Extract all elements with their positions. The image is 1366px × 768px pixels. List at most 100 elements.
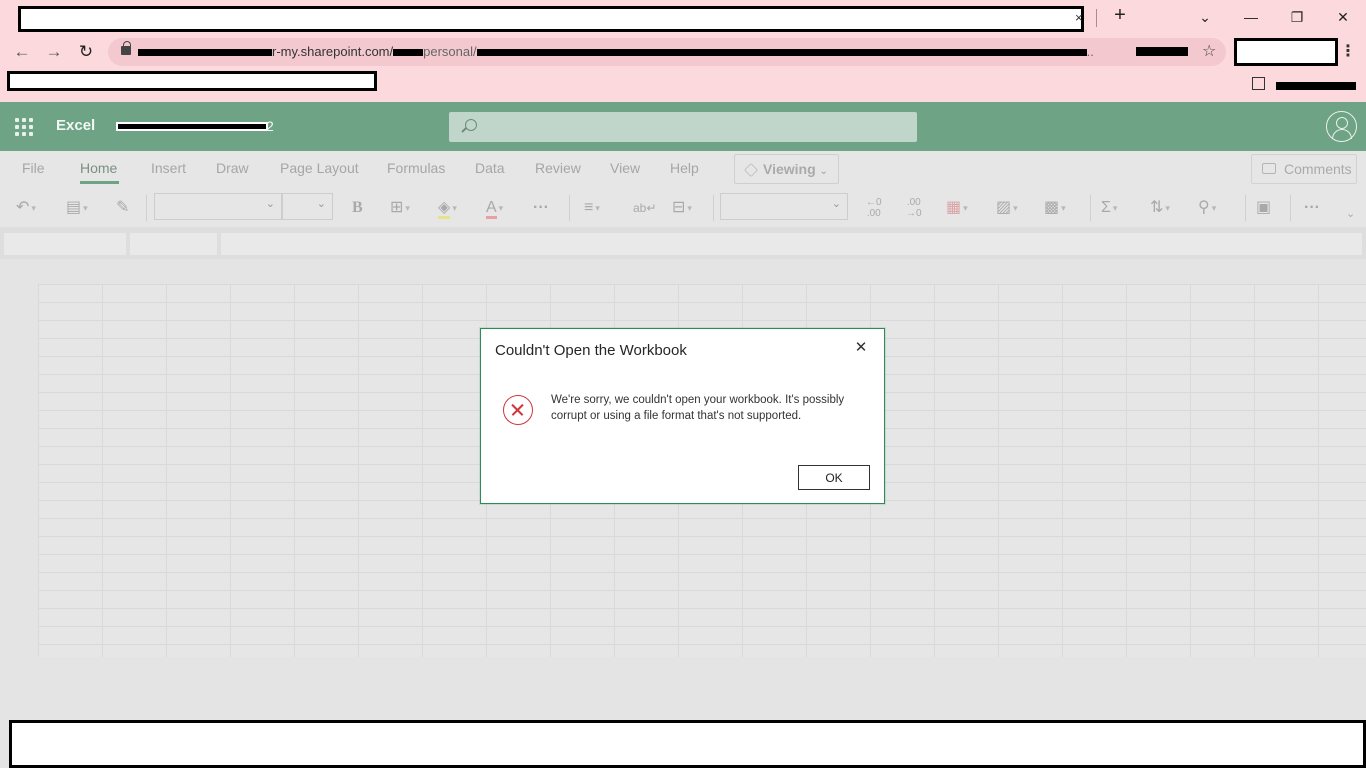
url-host: r-my.sharepoint.com/	[272, 44, 394, 59]
redacted-url-part	[138, 49, 272, 57]
viewing-label: Viewing	[763, 161, 816, 177]
redacted-document-name[interactable]	[116, 122, 268, 131]
redacted-url-part	[476, 49, 1087, 57]
document-name-suffix: 2	[266, 118, 274, 134]
conditional-format-icon[interactable]: ▦ ▾	[946, 197, 968, 219]
toolbar-divider	[713, 195, 714, 221]
browser-menu-icon[interactable]: ⋮	[1340, 41, 1356, 61]
viewing-mode-button[interactable]: Viewing ⌄	[734, 154, 839, 184]
more-icon[interactable]: ···	[533, 197, 549, 219]
borders-icon[interactable]: ⊞ ▾	[390, 197, 410, 219]
paste-icon[interactable]: ▤ ▾	[66, 197, 88, 219]
tab-draw[interactable]: Draw	[216, 160, 249, 176]
close-icon[interactable]: ✕	[852, 338, 870, 358]
url-text: r-my.sharepoint.com/personal/..	[138, 44, 1118, 59]
format-table-icon[interactable]: ▨ ▾	[996, 197, 1018, 219]
decrease-decimal-icon[interactable]: .00 →0	[906, 197, 922, 219]
chevron-down-icon: ⌄	[265, 198, 275, 210]
toolbar-divider	[1290, 195, 1291, 221]
new-tab-button[interactable]: +	[1110, 4, 1130, 27]
formula-bar	[0, 227, 1366, 259]
reload-button[interactable]: ↻	[74, 40, 98, 64]
bookmark-star-icon[interactable]: ☆	[1202, 41, 1216, 61]
account-avatar-icon[interactable]	[1326, 111, 1357, 142]
formula-input[interactable]	[221, 233, 1362, 255]
browser-toolbar: ← → ↻ r-my.sharepoint.com/personal/.. ☆ …	[0, 35, 1366, 69]
format-painter-icon[interactable]: ✎	[116, 197, 129, 219]
app-name[interactable]: Excel	[56, 117, 95, 134]
font-size-select[interactable]: ⌄	[282, 193, 333, 220]
error-icon	[503, 395, 533, 425]
find-icon[interactable]: ⚲ ▾	[1198, 197, 1216, 219]
tab-page-layout[interactable]: Page Layout	[280, 160, 359, 176]
search-input[interactable]	[449, 112, 917, 142]
tab-home[interactable]: Home	[80, 160, 117, 176]
undo-icon[interactable]: ↶ ▾	[16, 197, 36, 219]
pencil-icon	[744, 163, 758, 177]
redacted-taskbar	[9, 720, 1366, 768]
chevron-down-icon: ⌄	[831, 198, 841, 210]
fill-color-icon[interactable]: ◈ ▾	[438, 197, 457, 220]
font-name-select[interactable]: ⌄	[154, 193, 282, 220]
tab-formulas[interactable]: Formulas	[387, 160, 445, 176]
bookmarks-bar	[0, 69, 1366, 102]
bold-icon[interactable]: B	[352, 197, 363, 219]
addins-icon[interactable]: ▣	[1256, 197, 1271, 219]
ribbon-tabs: File Home Insert Draw Page Layout Formul…	[0, 151, 1366, 189]
error-dialog: Couldn't Open the Workbook ✕ We're sorry…	[480, 328, 885, 504]
tab-close-icon[interactable]: ×	[1075, 10, 1083, 25]
toolbar-divider	[1245, 195, 1246, 221]
toolbar-divider	[569, 195, 570, 221]
formula-actions[interactable]	[130, 233, 217, 255]
align-icon[interactable]: ≡ ▾	[584, 197, 600, 219]
cell-styles-icon[interactable]: ▩ ▾	[1044, 197, 1066, 219]
minimize-button[interactable]: —	[1239, 6, 1263, 28]
tab-insert[interactable]: Insert	[151, 160, 186, 176]
redacted-tab[interactable]	[18, 6, 1084, 32]
merge-icon[interactable]: ⊟ ▾	[672, 197, 692, 219]
active-tab-indicator	[80, 181, 119, 184]
name-box[interactable]	[4, 233, 126, 255]
tab-help[interactable]: Help	[670, 160, 699, 176]
toolbar-divider	[146, 195, 147, 221]
comments-button[interactable]: Comments	[1251, 154, 1357, 184]
ribbon-toolbar: ↶ ▾ ▤ ▾ ✎ ⌄ ⌄ B ⊞ ▾ ◈ ▾ A ▾ ··· ≡ ▾ ab↵ ⊟ ▾ ⌄ ←…	[0, 189, 1366, 227]
url-ellipsis: ..	[1086, 44, 1094, 59]
wrap-text-icon[interactable]: ab↵	[633, 197, 656, 219]
tab-data[interactable]: Data	[475, 160, 505, 176]
comments-label: Comments	[1284, 161, 1352, 177]
dialog-message: We're sorry, we couldn't open your workb…	[551, 394, 845, 422]
font-color-icon[interactable]: A ▾	[486, 197, 503, 220]
redacted-url-part	[393, 49, 424, 57]
app-launcher-icon[interactable]	[15, 118, 33, 136]
chevron-down-icon: ⌄	[316, 198, 326, 210]
search-icon	[465, 119, 477, 131]
lock-icon[interactable]	[121, 41, 131, 55]
tab-search-button[interactable]: ⌄	[1193, 6, 1217, 28]
redacted-reading-list-label[interactable]	[1276, 82, 1356, 90]
tab-view[interactable]: View	[610, 160, 640, 176]
dialog-title: Couldn't Open the Workbook	[495, 342, 687, 359]
close-window-button[interactable]: ✕	[1331, 6, 1355, 28]
forward-button[interactable]: →	[42, 40, 66, 64]
more-options-icon[interactable]: ···	[1304, 197, 1320, 219]
ok-button[interactable]: OK	[798, 465, 870, 490]
sort-filter-icon[interactable]: ⇅ ▾	[1150, 197, 1170, 219]
redacted-extension	[1136, 47, 1188, 56]
reading-list-icon[interactable]	[1252, 77, 1265, 90]
redacted-bookmarks[interactable]	[7, 71, 377, 91]
autosum-icon[interactable]: Σ ▾	[1101, 197, 1117, 219]
restore-button[interactable]: ❐	[1285, 6, 1309, 28]
address-bar[interactable]: r-my.sharepoint.com/personal/.. ☆	[108, 38, 1226, 66]
increase-decimal-icon[interactable]: ←0.00	[866, 197, 882, 219]
tab-separator	[1096, 9, 1097, 27]
number-format-select[interactable]: ⌄	[720, 193, 848, 220]
back-button[interactable]: ←	[10, 40, 34, 64]
expand-ribbon-icon[interactable]: ⌄	[1346, 203, 1355, 225]
redacted-profile-button[interactable]	[1234, 38, 1338, 66]
browser-tab-strip: × + ⌄ — ❐ ✕	[0, 0, 1366, 35]
excel-header: Excel 2	[0, 102, 1366, 151]
chevron-down-icon: ⌄	[819, 166, 828, 177]
tab-review[interactable]: Review	[535, 160, 581, 176]
tab-file[interactable]: File	[22, 160, 45, 176]
